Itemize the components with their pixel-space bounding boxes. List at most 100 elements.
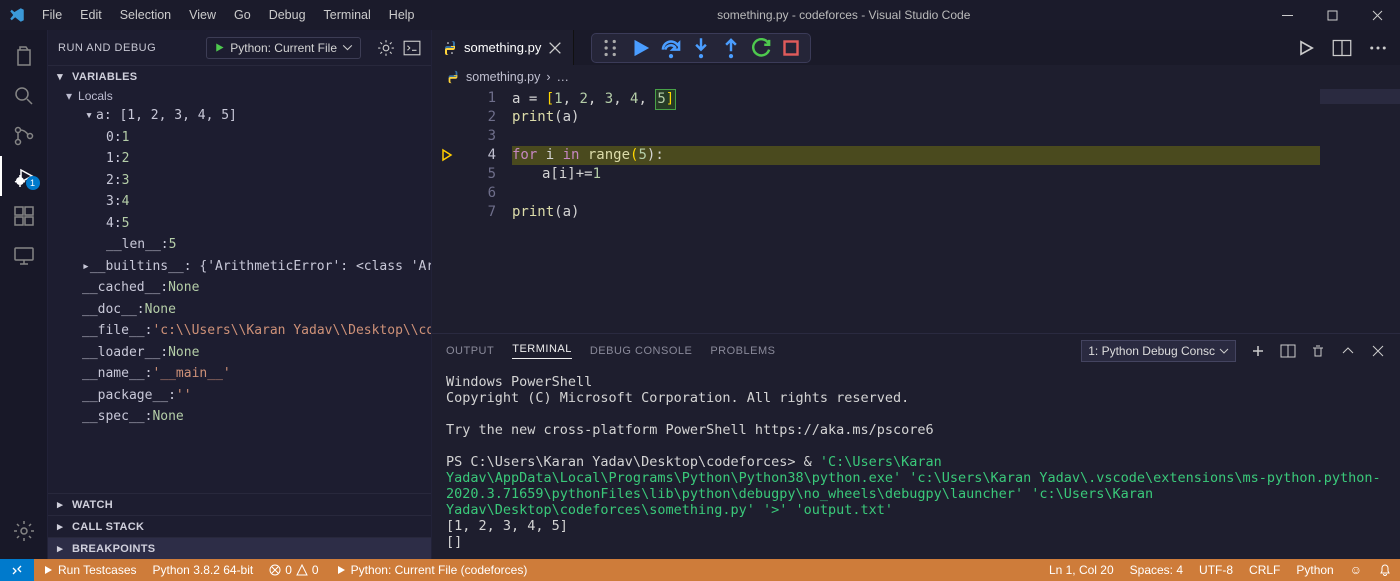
var-file[interactable]: __file__: 'c:\\Users\\Karan Yadav\\Deskt… — [48, 320, 431, 342]
menu-file[interactable]: File — [34, 4, 70, 26]
menu-go[interactable]: Go — [226, 4, 259, 26]
step-out-button[interactable] — [718, 35, 744, 61]
panel-tab-problems[interactable]: PROBLEMS — [710, 345, 775, 357]
remote-explorer-icon[interactable] — [0, 236, 48, 276]
editor-actions — [1284, 38, 1400, 58]
panel-tab-output[interactable]: OUTPUT — [446, 345, 494, 357]
var-a-2[interactable]: 2: 3 — [48, 170, 431, 192]
status-python-version[interactable]: Python 3.8.2 64-bit — [145, 563, 262, 577]
sidebar-title: RUN AND DEBUG — [58, 42, 156, 54]
var-cached[interactable]: __cached__: None — [48, 277, 431, 299]
panel-tabs: OUTPUT TERMINAL DEBUG CONSOLE PROBLEMS 1… — [432, 334, 1400, 368]
minimap[interactable] — [1320, 89, 1400, 333]
menu-help[interactable]: Help — [381, 4, 423, 26]
section-callstack[interactable]: ▸CALL STACK — [48, 515, 431, 537]
debug-console-icon[interactable] — [403, 39, 421, 57]
stop-button[interactable] — [778, 35, 804, 61]
menu-edit[interactable]: Edit — [72, 4, 110, 26]
menu-view[interactable]: View — [181, 4, 224, 26]
maximize-panel-icon[interactable] — [1340, 343, 1356, 359]
window-controls — [1265, 0, 1400, 30]
window-title: something.py - codeforces - Visual Studi… — [423, 8, 1265, 22]
kill-terminal-icon[interactable] — [1310, 343, 1326, 359]
section-breakpoints[interactable]: ▸BREAKPOINTS — [48, 537, 431, 559]
menu-selection[interactable]: Selection — [112, 4, 179, 26]
terminal-content[interactable]: Windows PowerShell Copyright (C) Microso… — [432, 368, 1400, 559]
var-package[interactable]: __package__: '' — [48, 385, 431, 407]
var-a-3[interactable]: 3: 4 — [48, 191, 431, 213]
step-over-button[interactable] — [658, 35, 684, 61]
var-a-0[interactable]: 0: 1 — [48, 127, 431, 149]
scope-locals-label: Locals — [78, 89, 113, 103]
current-line-icon — [440, 148, 454, 162]
activity-bar: 1 — [0, 30, 48, 559]
menu-debug[interactable]: Debug — [261, 4, 314, 26]
restart-button[interactable] — [748, 35, 774, 61]
var-a-4[interactable]: 4: 5 — [48, 213, 431, 235]
status-lncol[interactable]: Ln 1, Col 20 — [1041, 563, 1122, 577]
section-variables-label: VARIABLES — [72, 71, 137, 83]
run-icon[interactable] — [1296, 38, 1316, 58]
search-icon[interactable] — [0, 76, 48, 116]
section-variables[interactable]: ▾VARIABLES — [48, 65, 431, 87]
more-icon[interactable] — [1368, 38, 1388, 58]
step-into-button[interactable] — [688, 35, 714, 61]
var-name[interactable]: __name__: '__main__' — [48, 363, 431, 385]
vscode-icon — [8, 6, 26, 24]
python-file-icon — [442, 40, 458, 56]
var-doc[interactable]: __doc__: None — [48, 299, 431, 321]
var-spec[interactable]: __spec__: None — [48, 406, 431, 428]
section-watch[interactable]: ▸WATCH — [48, 493, 431, 515]
status-language[interactable]: Python — [1288, 563, 1341, 577]
scope-locals[interactable]: ▾Locals — [48, 87, 431, 105]
variables-tree: ▾a: [1, 2, 3, 4, 5] 0: 1 1: 2 2: 3 3: 4 … — [48, 105, 431, 493]
tab-something-py[interactable]: something.py — [432, 30, 574, 65]
close-panel-icon[interactable] — [1370, 343, 1386, 359]
continue-button[interactable] — [628, 35, 654, 61]
split-terminal-icon[interactable] — [1280, 343, 1296, 359]
status-problems[interactable]: 0 0 — [261, 563, 326, 577]
status-feedback-icon[interactable]: ☺ — [1342, 563, 1370, 577]
debug-settings-icon[interactable] — [377, 39, 395, 57]
scm-icon[interactable] — [0, 116, 48, 156]
debug-config-label: Python: Current File — [230, 41, 337, 55]
new-terminal-icon[interactable] — [1250, 343, 1266, 359]
var-a-1[interactable]: 1: 2 — [48, 148, 431, 170]
remote-button[interactable] — [0, 559, 34, 581]
var-loader[interactable]: __loader__: None — [48, 342, 431, 364]
split-editor-icon[interactable] — [1332, 38, 1352, 58]
minimize-button[interactable] — [1265, 0, 1310, 30]
status-debug-config[interactable]: Python: Current File (codeforces) — [327, 563, 536, 577]
panel-tab-debugconsole[interactable]: DEBUG CONSOLE — [590, 345, 692, 357]
status-run-testcases[interactable]: Run Testcases — [34, 563, 145, 577]
debug-icon[interactable]: 1 — [0, 156, 48, 196]
drag-handle-icon[interactable] — [598, 35, 624, 61]
breadcrumb[interactable]: something.py › … — [432, 65, 1400, 89]
close-button[interactable] — [1355, 0, 1400, 30]
var-a-len[interactable]: __len__: 5 — [48, 234, 431, 256]
python-file-icon — [446, 70, 460, 84]
tab-close-icon[interactable] — [547, 40, 563, 56]
debug-badge: 1 — [26, 176, 40, 190]
status-notifications-icon[interactable] — [1370, 563, 1400, 577]
breadcrumb-file: something.py — [466, 70, 540, 84]
debug-config-select[interactable]: Python: Current File — [206, 37, 361, 59]
title-bar: File Edit Selection View Go Debug Termin… — [0, 0, 1400, 30]
menu-terminal[interactable]: Terminal — [316, 4, 379, 26]
var-a[interactable]: ▾a: [1, 2, 3, 4, 5] — [48, 105, 431, 127]
panel-tab-terminal[interactable]: TERMINAL — [512, 343, 572, 359]
code-editor[interactable]: 1a = [1, 2, 3, 4, 5] 2print(a) 3 4for i … — [432, 89, 1400, 333]
editor-area: something.py something.py › — [432, 30, 1400, 559]
debug-toolbar — [592, 34, 810, 62]
terminal-select[interactable]: 1: Python Debug Consc — [1081, 340, 1236, 362]
status-spaces[interactable]: Spaces: 4 — [1122, 563, 1191, 577]
explorer-icon[interactable] — [0, 36, 48, 76]
extensions-icon[interactable] — [0, 196, 48, 236]
var-builtins[interactable]: ▸__builtins__: {'ArithmeticError': <clas… — [48, 256, 431, 278]
status-encoding[interactable]: UTF-8 — [1191, 563, 1241, 577]
breadcrumb-tail: … — [557, 70, 570, 84]
breadcrumb-sep: › — [546, 70, 550, 84]
maximize-button[interactable] — [1310, 0, 1355, 30]
status-eol[interactable]: CRLF — [1241, 563, 1288, 577]
settings-icon[interactable] — [0, 511, 48, 551]
